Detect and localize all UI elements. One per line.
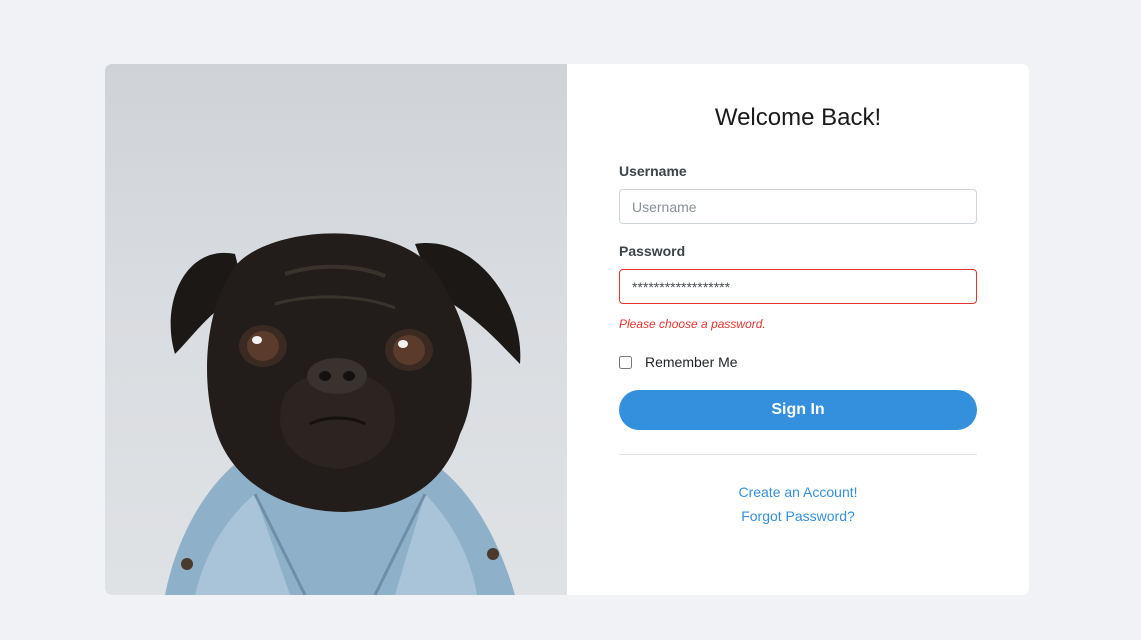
create-account-link[interactable]: Create an Account! (567, 484, 1029, 500)
password-label: Password (619, 243, 686, 259)
login-card: Welcome Back! Username Password Please c… (105, 64, 1029, 595)
page-title: Welcome Back! (714, 104, 882, 131)
forgot-password-link[interactable]: Forgot Password? (567, 508, 1029, 524)
remember-me[interactable]: Remember Me (619, 354, 738, 370)
remember-me-label: Remember Me (645, 354, 738, 370)
pug-photo (105, 64, 567, 595)
remember-me-checkbox[interactable] (619, 355, 632, 369)
divider (619, 454, 977, 455)
login-form-panel: Welcome Back! Username Password Please c… (567, 64, 1029, 595)
username-label: Username (619, 163, 687, 179)
password-error-message: Please choose a password. (619, 317, 766, 331)
username-input[interactable] (619, 189, 977, 224)
sign-in-button[interactable]: Sign In (619, 390, 977, 430)
password-input[interactable] (619, 269, 977, 304)
